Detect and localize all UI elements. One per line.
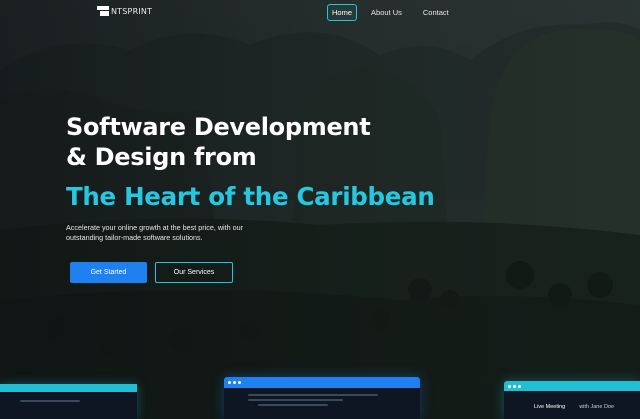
mockup-card-meeting (504, 381, 640, 419)
mockup-code-line (258, 404, 328, 406)
window-dot-icon (513, 384, 516, 388)
window-dot-icon (228, 381, 231, 384)
navbar: NTSPRINT Home About Us Contact (0, 0, 640, 26)
hero-title-line2: & Design from (66, 143, 257, 171)
nav-home[interactable]: Home (327, 4, 358, 21)
hero-subtitle-line1: Accelerate your online growth at the bes… (66, 223, 243, 232)
meeting-tabs: Live Meeting with Jane Doe (534, 404, 614, 410)
nav-about-us[interactable]: About Us (364, 4, 409, 21)
mockup-line (20, 400, 80, 402)
meeting-tab-with: with Jane Doe (579, 404, 615, 410)
hero-subtitle-line2: outstanding tailor-made software solutio… (66, 233, 203, 242)
mockup-code-line (248, 394, 378, 396)
mockup-titlebar (224, 377, 420, 388)
hero-subtitle: Accelerate your online growth at the bes… (66, 223, 286, 243)
nav-contact[interactable]: Contact (416, 4, 456, 21)
main-nav: Home About Us Contact (327, 4, 463, 21)
window-dot-icon (508, 384, 511, 388)
mockup-titlebar (504, 381, 640, 391)
brand-name: NTSPRINT (111, 6, 153, 16)
window-dot-icon (518, 384, 521, 388)
mockup-card-left (0, 384, 137, 419)
mockup-code-line (248, 399, 343, 401)
get-started-button[interactable]: Get Started (70, 262, 147, 283)
hero-title: Software Development & Design from (66, 112, 486, 172)
window-dot-icon (233, 381, 236, 384)
logo-icon (97, 6, 109, 16)
meeting-tab-live: Live Meeting (534, 404, 566, 410)
window-dot-icon (238, 381, 241, 384)
mockup-card-code (224, 377, 420, 419)
hero-title-line1: Software Development (66, 113, 371, 141)
brand-logo[interactable]: NTSPRINT (97, 6, 152, 16)
hero-title-accent: The Heart of the Caribbean (66, 182, 435, 211)
our-services-button[interactable]: Our Services (155, 262, 233, 283)
